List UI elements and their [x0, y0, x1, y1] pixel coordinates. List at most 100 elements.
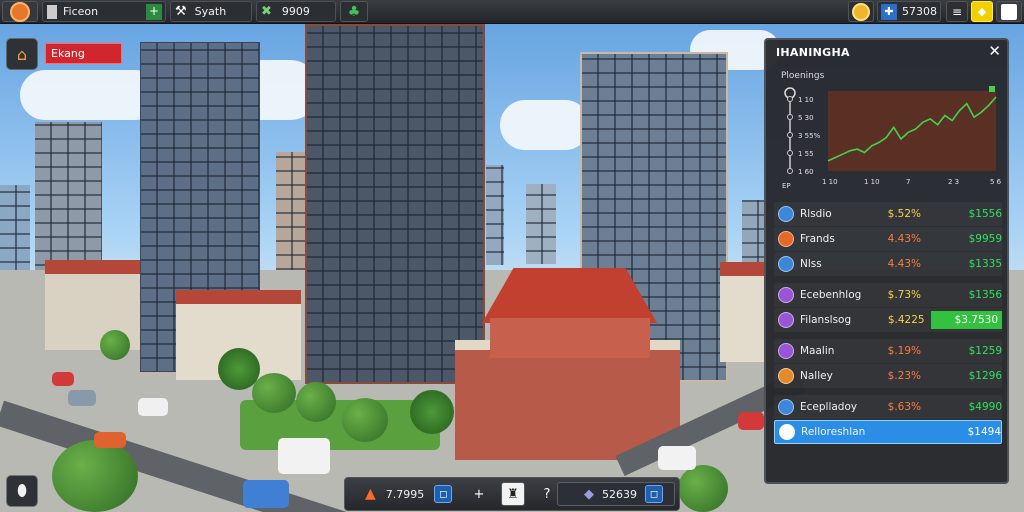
row-value: $1356 — [968, 289, 1002, 301]
car[interactable] — [52, 372, 74, 386]
chart-marker — [989, 86, 995, 92]
finance-row[interactable]: Filanslsog $.4225 $3.7530 — [774, 308, 1002, 332]
finance-row[interactable]: Maalin $.19% $1259 — [774, 339, 1002, 363]
alert-label[interactable]: Ekang — [45, 43, 122, 64]
resource-value-2: 52639 — [602, 487, 637, 501]
location-button[interactable]: ⬮ — [6, 475, 38, 507]
category-icon — [778, 368, 794, 384]
building — [276, 152, 306, 282]
building-upper-floor — [490, 318, 650, 358]
palm-tree — [410, 390, 454, 434]
row-name: Ecebenhlog — [800, 289, 862, 301]
house-alert-icon: ⌂ — [16, 44, 28, 64]
chart-y-tick-label: 1 60 — [798, 168, 814, 176]
bottom-toolbar: ▲ 7.7995 ◻ + ♜ ? ◆ 52639 ◻ — [344, 477, 680, 511]
row-name: Nalley — [800, 370, 833, 382]
player-icon — [47, 4, 57, 19]
player-name-field[interactable]: Ficeon + — [42, 1, 166, 22]
house[interactable] — [720, 262, 765, 362]
money-value: 57308 — [902, 5, 937, 18]
row-percent: $.63% — [887, 401, 922, 413]
bell-icon: ◆ — [977, 5, 987, 18]
coin-button[interactable] — [848, 1, 874, 22]
row-percent: 4.43% — [887, 233, 922, 245]
chart-y-tick-label: 1 55 — [798, 150, 814, 158]
worker-icon: ♜ — [507, 486, 519, 502]
add-button[interactable]: + — [146, 3, 162, 20]
building — [486, 165, 504, 265]
chart-x-tick-label: 1 10 — [822, 178, 838, 186]
info-badge-icon: ◻ — [645, 485, 663, 503]
office-tower[interactable] — [305, 24, 485, 384]
chart-y-tick-marker — [787, 168, 793, 174]
finance-row[interactable]: Frands 4.43% $9959 — [774, 227, 1002, 251]
row-value: $1494 — [967, 426, 1001, 438]
finance-row[interactable]: Relloreshlan $1494 — [774, 420, 1002, 444]
finance-list: Rlsdio $.52% $1556 Frands 4.43% $9959 Nlss 4.43… — [774, 202, 1002, 445]
tree — [52, 440, 138, 512]
resource-display-2[interactable]: ◆ 52639 ◻ — [557, 482, 675, 506]
row-percent: $.23% — [887, 370, 922, 382]
help-button[interactable]: ? — [535, 482, 559, 506]
close-button[interactable]: ✕ — [988, 42, 1001, 60]
car[interactable] — [68, 390, 96, 406]
wrench-icon: ✖ — [261, 4, 272, 19]
finance-row[interactable]: Rlsdio $.52% $1556 — [774, 202, 1002, 226]
worker-button[interactable]: ♜ — [501, 482, 525, 506]
notification-button[interactable]: ◆ — [971, 1, 993, 22]
gem-icon: ◆ — [584, 486, 594, 502]
money-display[interactable]: ✚ 57308 — [877, 1, 941, 22]
fire-icon: ▲ — [365, 486, 376, 502]
resource-display-1[interactable]: ▲ 7.7995 ◻ — [365, 482, 453, 506]
car[interactable] — [738, 412, 764, 430]
player-name: Ficeon — [63, 5, 99, 18]
hammer-icon: ⚒ — [175, 4, 187, 19]
car[interactable] — [658, 446, 696, 470]
clover-button[interactable]: ♣ — [340, 1, 368, 22]
chart-y-tick-marker — [787, 114, 793, 120]
row-value: $3.7530 — [931, 311, 1002, 329]
main-menu-button[interactable] — [2, 1, 38, 22]
finance-panel: IHANINGHA ✕ Ploenings 1 10 5 30 3 55% 1 55 1… — [764, 38, 1009, 484]
chart-x-axis-label: EP — [782, 182, 791, 190]
resource-value-1: 7.7995 — [385, 487, 425, 501]
chart-x-tick-label: 5 6 — [990, 178, 1001, 186]
cloud — [20, 70, 160, 120]
city-emblem-icon — [10, 1, 30, 22]
chart-y-tick-label: 5 30 — [798, 114, 814, 122]
category-icon — [778, 256, 794, 272]
row-name: Maalin — [800, 345, 835, 357]
category-icon — [778, 399, 794, 415]
avatar — [1001, 3, 1017, 20]
tree — [678, 465, 728, 512]
category-icon — [778, 312, 794, 328]
menu-button[interactable]: ≡ — [946, 1, 968, 22]
row-value: $4990 — [968, 401, 1002, 413]
alert-button[interactable]: ⌂ — [6, 38, 38, 70]
location-pin-icon: ⬮ — [16, 481, 28, 500]
chart-x-tick-label: 7 — [906, 178, 910, 186]
finance-line-chart: 1 10 5 30 3 55% 1 55 1 60 1 10 1 10 7 2 3 5 6 EP — [782, 86, 1001, 190]
info-badge-icon: ◻ — [434, 485, 453, 503]
finance-row[interactable]: Nlss 4.43% $1335 — [774, 252, 1002, 276]
car[interactable] — [138, 398, 168, 416]
stat-tool-1[interactable]: ⚒ Syath — [170, 1, 252, 22]
finance-row[interactable]: Ecebenhlog $.73% $1356 — [774, 283, 1002, 307]
chart-x-tick-label: 2 3 — [948, 178, 959, 186]
car[interactable] — [94, 432, 126, 448]
chart-y-tick-label: 1 10 — [798, 96, 814, 104]
car[interactable] — [278, 438, 330, 474]
profile-button[interactable] — [996, 1, 1022, 22]
row-name: Filanslsog — [800, 314, 852, 326]
add-button[interactable]: + — [467, 482, 491, 506]
money-plus-icon: ✚ — [881, 3, 897, 20]
stat-tool-2[interactable]: ✖ 9909 — [256, 1, 336, 22]
row-value: $9959 — [968, 233, 1002, 245]
chart-x-tick-label: 1 10 — [864, 178, 880, 186]
finance-row[interactable]: Eceplladoy $.63% $4990 — [774, 395, 1002, 419]
row-name: Frands — [800, 233, 835, 245]
row-percent: $.73% — [887, 289, 922, 301]
car[interactable] — [243, 480, 289, 508]
stat-1-value: Syath — [194, 5, 227, 18]
finance-row[interactable]: Nalley $.23% $1296 — [774, 364, 1002, 388]
